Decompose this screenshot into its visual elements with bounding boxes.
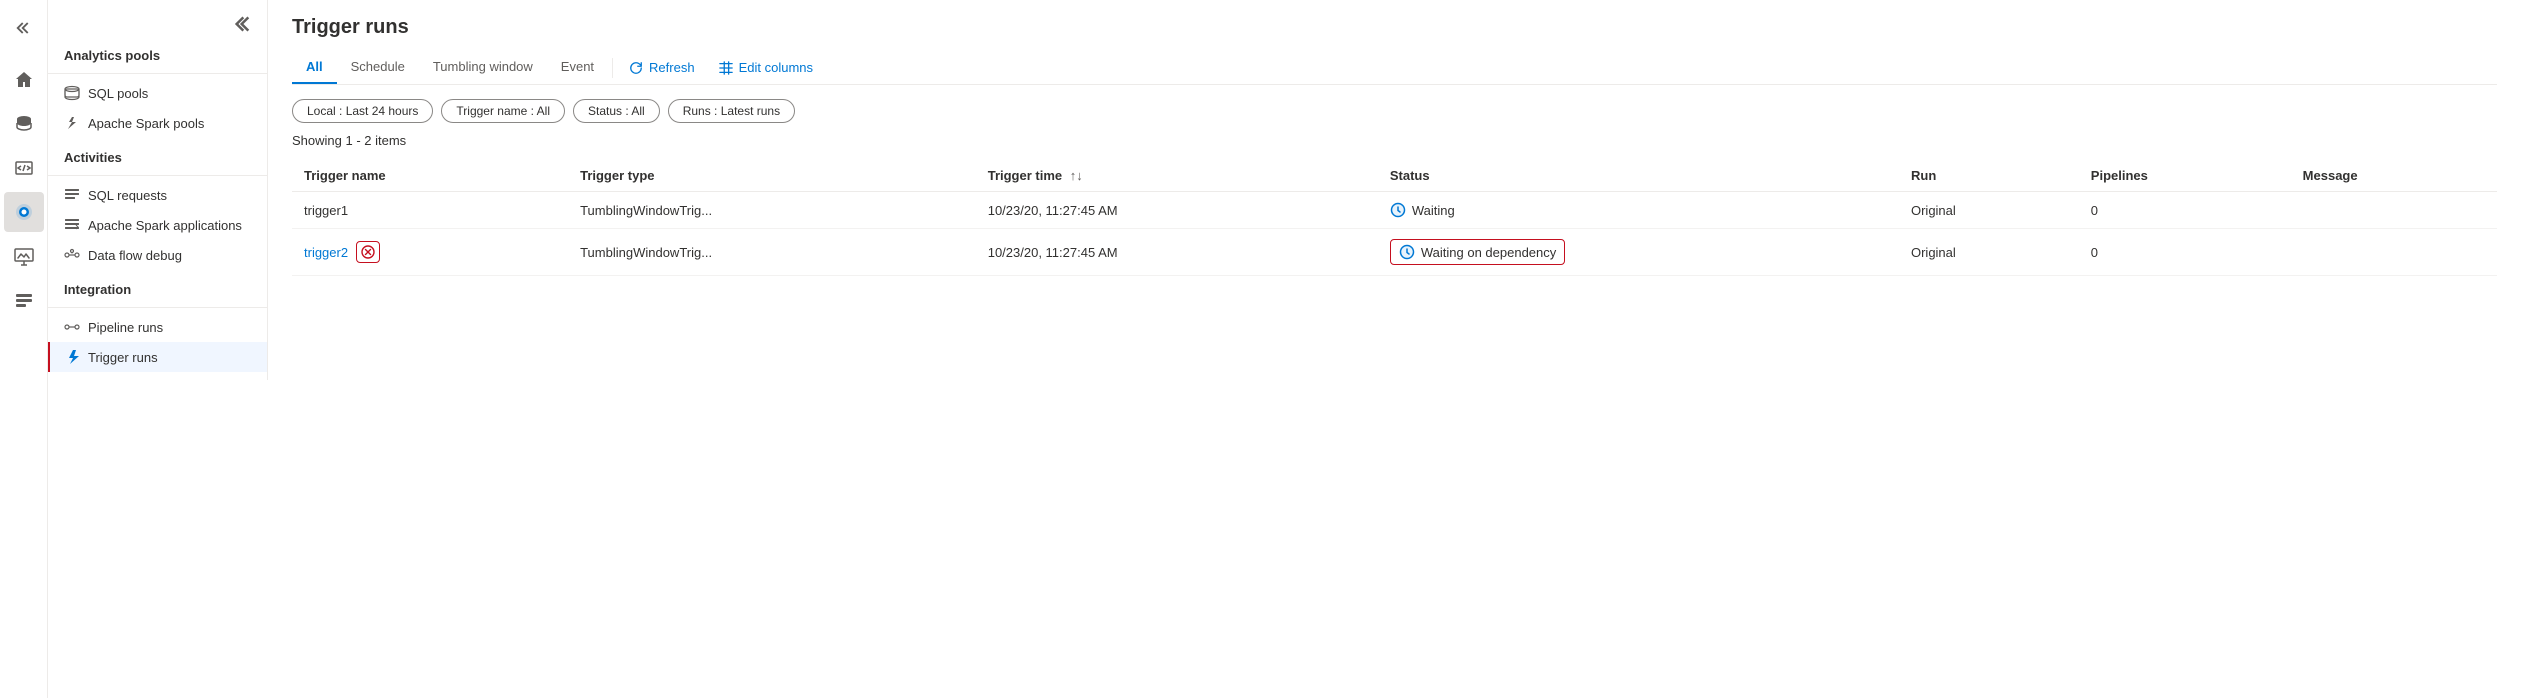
tab-tumbling-window[interactable]: Tumbling window bbox=[419, 51, 547, 84]
col-run: Run bbox=[1899, 160, 2079, 192]
dataflow-debug-label: Data flow debug bbox=[88, 248, 182, 263]
sql-requests-label: SQL requests bbox=[88, 188, 167, 203]
spark-app-icon bbox=[64, 217, 80, 233]
trigger1-message-cell bbox=[2291, 192, 2497, 229]
clock-icon bbox=[1390, 202, 1406, 218]
table-container: Trigger name Trigger type Trigger time ↑… bbox=[292, 160, 2497, 276]
sql-req-icon bbox=[64, 187, 80, 203]
table-row: trigger1 TumblingWindowTrig... 10/23/20,… bbox=[292, 192, 2497, 229]
page-title: Trigger runs bbox=[292, 16, 2497, 39]
col-trigger-name: Trigger name bbox=[292, 160, 568, 192]
columns-icon bbox=[719, 61, 733, 75]
filter-bar: Local : Last 24 hours Trigger name : All… bbox=[292, 99, 2497, 123]
icon-bar bbox=[0, 0, 48, 698]
sidebar-collapse-inner-button[interactable] bbox=[231, 12, 259, 36]
filter-trigger-name[interactable]: Trigger name : All bbox=[441, 99, 565, 123]
trigger1-status-cell: Waiting bbox=[1378, 192, 1899, 229]
section-activities: Activities bbox=[48, 138, 267, 171]
cancel-icon bbox=[361, 245, 375, 259]
sidebar-item-trigger-runs[interactable]: Trigger runs bbox=[48, 342, 267, 372]
trigger2-run-cell: Original bbox=[1899, 229, 2079, 276]
trigger2-status-text: Waiting on dependency bbox=[1421, 245, 1556, 260]
refresh-label: Refresh bbox=[649, 60, 695, 75]
table-row: trigger2 TumblingWindowTrig... bbox=[292, 229, 2497, 276]
trigger2-status-outlined: Waiting on dependency bbox=[1390, 239, 1565, 265]
trigger1-name: trigger1 bbox=[304, 203, 348, 218]
tab-bar: All Schedule Tumbling window Event Refre… bbox=[292, 51, 2497, 85]
pipeline-icon bbox=[64, 319, 80, 335]
nav-home[interactable] bbox=[4, 60, 44, 100]
sidebar-item-sql-requests[interactable]: SQL requests bbox=[48, 180, 267, 210]
trigger1-time: 10/23/20, 11:27:45 AM bbox=[988, 203, 1118, 218]
section-analytics-pools: Analytics pools bbox=[48, 36, 267, 69]
trigger2-name-cell: trigger2 bbox=[292, 229, 568, 276]
trigger2-time-cell: 10/23/20, 11:27:45 AM bbox=[976, 229, 1378, 276]
sql-icon bbox=[64, 85, 80, 101]
sidebar-item-spark-pools[interactable]: Apache Spark pools bbox=[48, 108, 267, 138]
sidebar-item-sql-pools[interactable]: SQL pools bbox=[48, 78, 267, 108]
trigger1-type-cell: TumblingWindowTrig... bbox=[568, 192, 976, 229]
trigger2-time: 10/23/20, 11:27:45 AM bbox=[988, 245, 1118, 260]
clock-icon-2 bbox=[1399, 244, 1415, 260]
spark-apps-label: Apache Spark applications bbox=[88, 218, 242, 233]
tab-divider bbox=[612, 58, 613, 78]
sidebar-item-dataflow-debug[interactable]: Data flow debug bbox=[48, 240, 267, 270]
col-pipelines: Pipelines bbox=[2079, 160, 2291, 192]
tab-event[interactable]: Event bbox=[547, 51, 608, 84]
tab-all[interactable]: All bbox=[292, 51, 337, 84]
nav-integrate[interactable] bbox=[4, 192, 44, 232]
nav-monitor[interactable] bbox=[4, 236, 44, 276]
sidebar-item-pipeline-runs[interactable]: Pipeline runs bbox=[48, 312, 267, 342]
spark-pools-label: Apache Spark pools bbox=[88, 116, 204, 131]
sidebar-item-spark-apps[interactable]: Apache Spark applications bbox=[48, 210, 267, 240]
col-message: Message bbox=[2291, 160, 2497, 192]
trigger2-type: TumblingWindowTrig... bbox=[580, 245, 712, 260]
filter-status[interactable]: Status : All bbox=[573, 99, 660, 123]
spark-icon bbox=[64, 115, 80, 131]
sidebar: Analytics pools SQL pools Apache Spark p… bbox=[48, 0, 268, 698]
trigger-icon bbox=[64, 349, 80, 365]
nav-data[interactable] bbox=[4, 104, 44, 144]
col-status: Status bbox=[1378, 160, 1899, 192]
main-content: Trigger runs All Schedule Tumbling windo… bbox=[268, 0, 2521, 698]
showing-count: Showing 1 - 2 items bbox=[292, 133, 2497, 148]
trigger2-cancel-icon-wrapper[interactable] bbox=[356, 241, 380, 263]
trigger2-message-cell bbox=[2291, 229, 2497, 276]
trigger2-name[interactable]: trigger2 bbox=[304, 245, 348, 260]
nav-develop[interactable] bbox=[4, 148, 44, 188]
filter-time[interactable]: Local : Last 24 hours bbox=[292, 99, 433, 123]
edit-columns-label: Edit columns bbox=[739, 60, 813, 75]
trigger1-time-cell: 10/23/20, 11:27:45 AM bbox=[976, 192, 1378, 229]
nav-manage[interactable] bbox=[4, 280, 44, 320]
filter-runs[interactable]: Runs : Latest runs bbox=[668, 99, 795, 123]
col-trigger-time: Trigger time ↑↓ bbox=[976, 160, 1378, 192]
trigger2-status-cell: Waiting on dependency bbox=[1378, 229, 1899, 276]
trigger-runs-label: Trigger runs bbox=[88, 350, 158, 365]
sort-icon[interactable]: ↑↓ bbox=[1070, 168, 1083, 183]
trigger1-type: TumblingWindowTrig... bbox=[580, 203, 712, 218]
section-integration: Integration bbox=[48, 270, 267, 303]
trigger-runs-table: Trigger name Trigger type Trigger time ↑… bbox=[292, 160, 2497, 276]
sql-pools-label: SQL pools bbox=[88, 86, 148, 101]
sidebar-collapse-button[interactable] bbox=[4, 8, 44, 48]
trigger2-type-cell: TumblingWindowTrig... bbox=[568, 229, 976, 276]
edit-columns-button[interactable]: Edit columns bbox=[707, 52, 825, 83]
trigger1-status-text: Waiting bbox=[1412, 203, 1455, 218]
pipeline-runs-label: Pipeline runs bbox=[88, 320, 163, 335]
tab-schedule[interactable]: Schedule bbox=[337, 51, 419, 84]
trigger2-pipelines-cell: 0 bbox=[2079, 229, 2291, 276]
refresh-icon bbox=[629, 61, 643, 75]
col-trigger-type: Trigger type bbox=[568, 160, 976, 192]
dataflow-icon bbox=[64, 247, 80, 263]
refresh-button[interactable]: Refresh bbox=[617, 52, 707, 83]
trigger1-pipelines-cell: 0 bbox=[2079, 192, 2291, 229]
trigger1-name-cell: trigger1 bbox=[292, 192, 568, 229]
trigger1-run-cell: Original bbox=[1899, 192, 2079, 229]
